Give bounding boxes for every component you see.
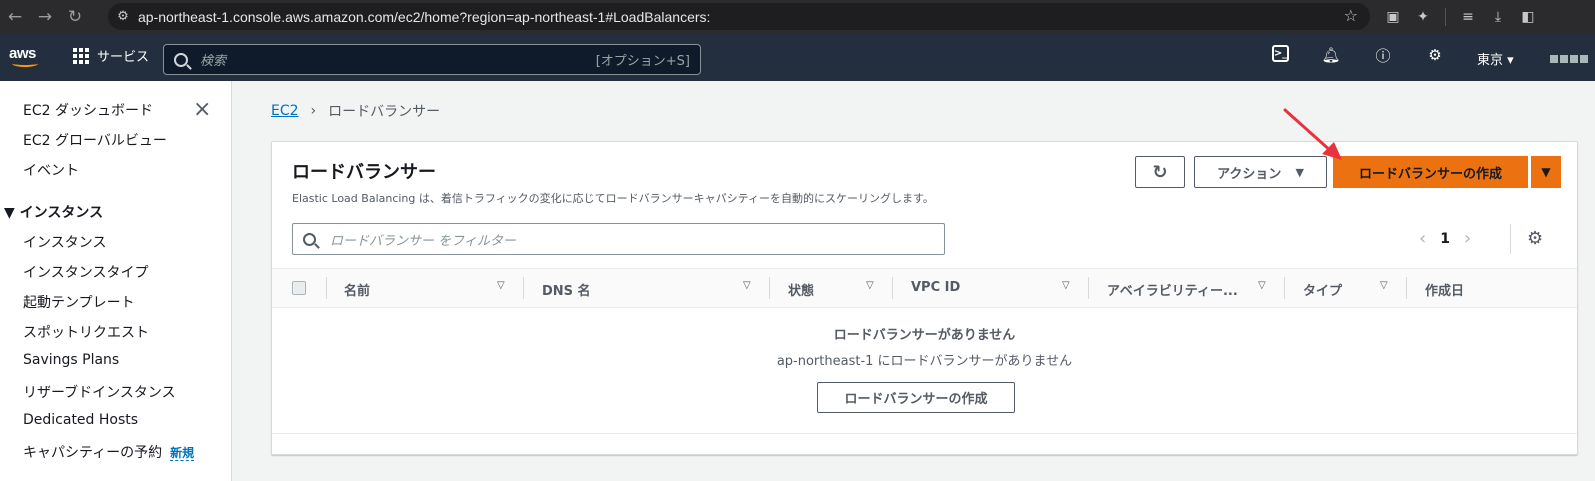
sort-icon[interactable]: ▽	[866, 280, 874, 291]
sidebar-item-global-view[interactable]: EC2 グローバルビュー	[23, 130, 167, 150]
bookmark-star-icon[interactable]: ☆	[1344, 6, 1358, 25]
chevron-right-icon: ›	[310, 103, 317, 119]
sort-icon[interactable]: ▽	[1258, 280, 1266, 291]
sidepanel-icon[interactable]: ◧	[1520, 9, 1536, 25]
sidebar-section-instances[interactable]: ▼ インスタンス	[4, 202, 103, 222]
grid-icon	[73, 47, 89, 64]
select-all-checkbox[interactable]	[292, 281, 306, 295]
sidebar-item-events[interactable]: イベント	[23, 160, 79, 180]
sidebar-item-dedicated-hosts[interactable]: Dedicated Hosts	[23, 412, 138, 428]
sort-icon[interactable]: ▽	[497, 280, 505, 291]
sidebar-item-label: キャパシティーの予約	[23, 445, 163, 461]
breadcrumb-current: ロードバランサー	[328, 104, 441, 120]
media-icon[interactable]: ≡	[1460, 9, 1476, 25]
gear-icon[interactable]: ⚙	[1425, 45, 1445, 65]
reload-icon[interactable]: ↻	[60, 0, 90, 33]
empty-create-button[interactable]: ロードバランサーの作成	[817, 382, 1015, 413]
gear-icon[interactable]: ⚙	[1527, 228, 1543, 249]
filter-input[interactable]: ロードバランサー をフィルター	[292, 223, 945, 255]
divider	[272, 433, 1577, 434]
site-settings-icon[interactable]: ⚙	[108, 9, 138, 24]
sidebar-item-instances[interactable]: インスタンス	[23, 232, 106, 252]
breadcrumb: EC2 › ロードバランサー	[271, 101, 440, 121]
sort-icon[interactable]: ▽	[1380, 280, 1388, 291]
bell-icon[interactable]: 🔔︎	[1321, 45, 1341, 65]
sidebar-item-capacity-reservations[interactable]: キャパシティーの予約 新規	[23, 442, 195, 462]
services-menu[interactable]: サービス	[73, 46, 149, 65]
empty-state-title: ロードバランサーがありません	[833, 328, 1016, 343]
sidebar-item-ec2-dashboard[interactable]: EC2 ダッシュボード	[23, 100, 153, 120]
search-placeholder: 検索	[200, 54, 227, 69]
column-header-dns[interactable]: DNS 名	[542, 280, 591, 299]
load-balancers-panel: ロードバランサー Elastic Load Balancing は、着信トラフィ…	[271, 141, 1578, 455]
search-icon	[174, 52, 188, 67]
page-title: ロードバランサー	[292, 162, 436, 183]
divider	[1510, 224, 1511, 254]
forward-icon[interactable]: →	[30, 0, 60, 33]
toolbar-divider	[1445, 7, 1446, 26]
new-badge: 新規	[170, 446, 195, 461]
filter-placeholder: ロードバランサー をフィルター	[330, 233, 516, 249]
column-divider	[523, 277, 524, 299]
table-header: 名前 ▽ DNS 名 ▽ 状態 ▽ VPC ID ▽ アベイラビリティー... …	[272, 268, 1577, 308]
search-shortcut: [オプション+S]	[595, 54, 690, 69]
column-divider	[892, 277, 893, 299]
sidebar-item-reserved-instances[interactable]: リザーブドインスタンス	[23, 382, 176, 402]
aws-top-nav: aws サービス 検索 [オプション+S] >_ 🔔︎ ⓘ ⚙ 東京 ▾	[0, 33, 1595, 81]
chevron-left-icon[interactable]: ‹	[1419, 228, 1426, 249]
refresh-button[interactable]: ↻	[1135, 156, 1185, 188]
services-label: サービス	[97, 50, 150, 65]
empty-state-subtitle: ap-northeast-1 にロードバランサーがありません	[776, 354, 1073, 369]
column-divider	[1088, 277, 1089, 299]
refresh-icon: ↻	[1152, 161, 1168, 183]
search-input[interactable]: 検索 [オプション+S]	[163, 44, 701, 75]
create-load-balancer-button[interactable]: ロードバランサーの作成	[1333, 156, 1528, 188]
region-selector[interactable]: 東京 ▾	[1477, 49, 1514, 68]
column-header-vpc-id[interactable]: VPC ID	[911, 280, 960, 295]
puzzle-icon[interactable]: ✦	[1415, 9, 1431, 25]
browser-toolbar: ← → ↻ ⚙ ap-northeast-1.console.aws.amazo…	[0, 0, 1595, 33]
extension-icon[interactable]: ▣	[1385, 9, 1401, 25]
search-icon	[303, 232, 316, 246]
sidebar: EC2 ダッシュボード × EC2 グローバルビュー イベント ▼ インスタンス…	[0, 81, 232, 481]
caret-down-icon: ▼	[1541, 165, 1551, 179]
aws-logo[interactable]: aws	[9, 43, 43, 69]
column-divider	[1284, 277, 1285, 299]
create-dropdown-button[interactable]: ▼	[1531, 156, 1561, 188]
back-icon[interactable]: ←	[0, 0, 30, 33]
aws-smile-icon	[12, 60, 38, 67]
close-icon[interactable]: ×	[193, 99, 211, 121]
column-header-name[interactable]: 名前	[344, 280, 370, 299]
actions-label: アクション	[1217, 166, 1282, 182]
column-divider	[1406, 277, 1407, 299]
caret-down-icon: ▼	[1295, 165, 1304, 179]
column-header-created[interactable]: 作成日	[1425, 280, 1464, 299]
page-description: Elastic Load Balancing は、着信トラフィックの変化に応じて…	[292, 192, 934, 205]
account-menu[interactable]	[1550, 55, 1595, 63]
help-icon[interactable]: ⓘ	[1373, 45, 1393, 65]
breadcrumb-ec2-link[interactable]: EC2	[271, 103, 299, 119]
pagination: ‹ 1 ›	[1419, 228, 1471, 249]
sidebar-item-spot-requests[interactable]: スポットリクエスト	[23, 322, 149, 342]
column-header-state[interactable]: 状態	[788, 280, 814, 299]
sidebar-item-launch-templates[interactable]: 起動テンプレート	[23, 292, 135, 312]
cloudshell-icon[interactable]: >_	[1272, 45, 1289, 62]
column-header-type[interactable]: タイプ	[1303, 280, 1342, 299]
sidebar-item-savings-plans[interactable]: Savings Plans	[23, 352, 119, 368]
column-divider	[326, 277, 327, 299]
download-icon[interactable]: ⤓	[1490, 9, 1506, 25]
sort-icon[interactable]: ▽	[743, 280, 751, 291]
sidebar-item-instance-types[interactable]: インスタンスタイプ	[23, 262, 148, 282]
column-header-availability[interactable]: アベイラビリティー...	[1107, 280, 1238, 299]
page-number[interactable]: 1	[1440, 231, 1450, 247]
sort-icon[interactable]: ▽	[1062, 280, 1070, 291]
actions-button[interactable]: アクション ▼	[1194, 156, 1327, 188]
chevron-right-icon[interactable]: ›	[1464, 228, 1471, 249]
url-text: ap-northeast-1.console.aws.amazon.com/ec…	[138, 8, 711, 25]
address-bar[interactable]: ⚙ ap-northeast-1.console.aws.amazon.com/…	[108, 3, 1370, 30]
column-divider	[769, 277, 770, 299]
